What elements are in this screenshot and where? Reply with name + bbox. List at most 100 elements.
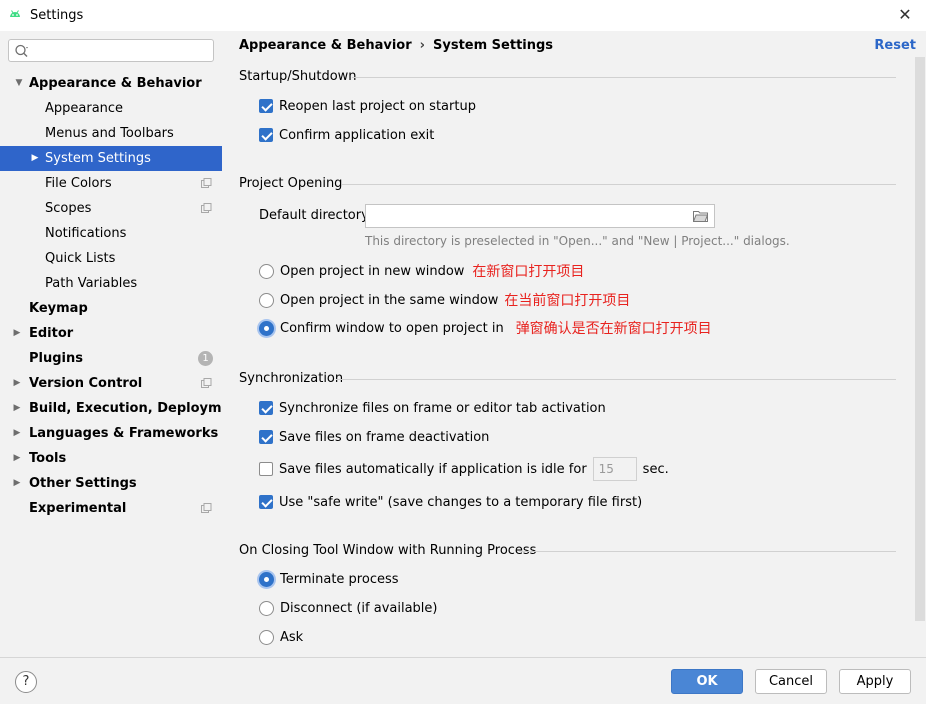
- idle-seconds-spinner[interactable]: 15: [592, 457, 637, 481]
- tree-item-version-control[interactable]: ▶ Version Control: [0, 371, 222, 396]
- help-icon[interactable]: ?: [15, 671, 37, 693]
- section-title-synchronization: Synchronization: [239, 371, 344, 386]
- reopen-project-option[interactable]: Reopen last project on startup: [259, 96, 476, 116]
- terminate-process-radio[interactable]: [259, 571, 274, 587]
- vertical-scrollbar[interactable]: [915, 57, 925, 621]
- option-label: Save files automatically if application …: [279, 461, 587, 477]
- tree-item-tools[interactable]: ▶ Tools: [0, 446, 222, 471]
- tree-item-notifications[interactable]: Notifications: [0, 221, 222, 246]
- disconnect-option[interactable]: Disconnect (if available): [259, 598, 438, 618]
- section-title-startup: Startup/Shutdown: [239, 69, 357, 84]
- tree-item-scopes[interactable]: Scopes: [0, 196, 222, 221]
- default-directory-hint: This directory is preselected in "Open..…: [365, 234, 790, 248]
- tree-item-file-colors[interactable]: File Colors: [0, 171, 222, 196]
- default-directory-input[interactable]: [370, 208, 680, 224]
- tree-item-label: Version Control: [29, 376, 143, 391]
- ask-radio[interactable]: [259, 629, 274, 645]
- breadcrumb-separator: ›: [419, 38, 425, 53]
- option-label: Terminate process: [280, 571, 399, 587]
- tree-item-appearance[interactable]: Appearance: [0, 96, 222, 121]
- tree-item-label: File Colors: [45, 176, 112, 191]
- terminate-process-option[interactable]: Terminate process: [259, 569, 399, 589]
- tree-item-plugins[interactable]: Plugins 1: [0, 346, 222, 371]
- settings-sidebar: ▼ Appearance & Behavior Appearance Menus…: [0, 31, 246, 657]
- update-count-badge: 1: [198, 351, 213, 366]
- tree-item-languages-frameworks[interactable]: ▶ Languages & Frameworks: [0, 421, 222, 446]
- safe-write-option[interactable]: Use "safe write" (save changes to a temp…: [259, 492, 642, 512]
- project-level-icon: [201, 178, 212, 188]
- window-title: Settings: [30, 8, 84, 23]
- reset-link[interactable]: Reset: [874, 38, 916, 53]
- chevron-right-icon[interactable]: ▶: [11, 421, 23, 446]
- tree-item-path-variables[interactable]: Path Variables: [0, 271, 222, 296]
- project-level-icon: [201, 503, 212, 513]
- chevron-right-icon[interactable]: ▶: [11, 371, 23, 396]
- tree-item-editor[interactable]: ▶ Editor: [0, 321, 222, 346]
- open-new-window-option[interactable]: Open project in new window 在新窗口打开项目: [259, 261, 584, 281]
- sync-files-option[interactable]: Synchronize files on frame or editor tab…: [259, 398, 606, 418]
- apply-button[interactable]: Apply: [839, 669, 911, 694]
- chevron-right-icon[interactable]: ▶: [11, 446, 23, 471]
- search-input[interactable]: [33, 42, 209, 59]
- tree-item-label: Experimental: [29, 501, 127, 516]
- annotation-note: 在新窗口打开项目: [472, 264, 585, 280]
- confirm-exit-option[interactable]: Confirm application exit: [259, 125, 434, 145]
- default-directory-label: Default directory:: [259, 208, 373, 223]
- tree-item-appearance-behavior[interactable]: ▼ Appearance & Behavior: [0, 71, 222, 96]
- save-on-deactivation-option[interactable]: Save files on frame deactivation: [259, 427, 489, 447]
- folder-icon[interactable]: [693, 210, 708, 222]
- disconnect-radio[interactable]: [259, 600, 274, 616]
- close-icon[interactable]: ✕: [894, 4, 916, 26]
- section-divider: [352, 77, 896, 78]
- option-label: Open project in new window: [280, 263, 465, 279]
- search-box[interactable]: [8, 39, 214, 62]
- tree-item-experimental[interactable]: Experimental: [0, 496, 222, 521]
- sync-files-checkbox[interactable]: [259, 401, 273, 415]
- tree-item-menus-toolbars[interactable]: Menus and Toolbars: [0, 121, 222, 146]
- option-label: Reopen last project on startup: [279, 98, 476, 114]
- open-new-window-radio[interactable]: [259, 263, 274, 279]
- chevron-down-icon[interactable]: ▼: [13, 71, 25, 96]
- section-divider: [336, 379, 896, 380]
- confirm-exit-checkbox[interactable]: [259, 128, 273, 142]
- breadcrumb-parent[interactable]: Appearance & Behavior: [239, 38, 412, 53]
- ok-button[interactable]: OK: [671, 669, 743, 694]
- option-label: Synchronize files on frame or editor tab…: [279, 400, 606, 416]
- safe-write-checkbox[interactable]: [259, 495, 273, 509]
- save-on-idle-checkbox[interactable]: [259, 462, 273, 476]
- tree-item-system-settings[interactable]: ▶ System Settings: [0, 146, 222, 171]
- reopen-project-checkbox[interactable]: [259, 99, 273, 113]
- tree-item-label: Keymap: [29, 301, 88, 316]
- tree-item-label: Appearance: [45, 101, 124, 116]
- tree-item-label: Editor: [29, 326, 74, 341]
- tree-item-label: Notifications: [45, 226, 127, 241]
- android-icon: [10, 10, 20, 17]
- default-directory-field[interactable]: [365, 204, 715, 228]
- ask-option[interactable]: Ask: [259, 627, 303, 647]
- tree-item-quick-lists[interactable]: Quick Lists: [0, 246, 222, 271]
- save-on-idle-option[interactable]: Save files automatically if application …: [259, 457, 669, 481]
- search-icon: [15, 44, 28, 57]
- tree-item-build-execution-deployment[interactable]: ▶ Build, Execution, Deployment: [0, 396, 246, 421]
- confirm-window-radio[interactable]: [259, 320, 274, 336]
- section-divider: [519, 551, 896, 552]
- tree-item-label: Path Variables: [45, 276, 138, 291]
- tree-item-other-settings[interactable]: ▶ Other Settings: [0, 471, 222, 496]
- settings-tree: ▼ Appearance & Behavior Appearance Menus…: [0, 71, 246, 521]
- chevron-right-icon[interactable]: ▶: [29, 146, 41, 171]
- open-same-window-option[interactable]: Open project in the same window 在当前窗口打开项…: [259, 290, 630, 310]
- save-on-deactivation-checkbox[interactable]: [259, 430, 273, 444]
- settings-content: Appearance & Behavior › System Settings Re…: [222, 31, 926, 657]
- open-same-window-radio[interactable]: [259, 292, 274, 308]
- chevron-right-icon[interactable]: ▶: [11, 321, 23, 346]
- option-label: Disconnect (if available): [280, 600, 438, 616]
- chevron-right-icon[interactable]: ▶: [11, 396, 23, 421]
- chevron-right-icon[interactable]: ▶: [11, 471, 23, 496]
- project-level-icon: [201, 378, 212, 388]
- confirm-window-option[interactable]: Confirm window to open project in 弹窗确认是否…: [259, 318, 712, 338]
- cancel-button[interactable]: Cancel: [755, 669, 827, 694]
- project-level-icon: [201, 203, 212, 213]
- tree-item-label: Plugins: [29, 351, 83, 366]
- tree-item-keymap[interactable]: Keymap: [0, 296, 222, 321]
- option-label: Save files on frame deactivation: [279, 429, 490, 445]
